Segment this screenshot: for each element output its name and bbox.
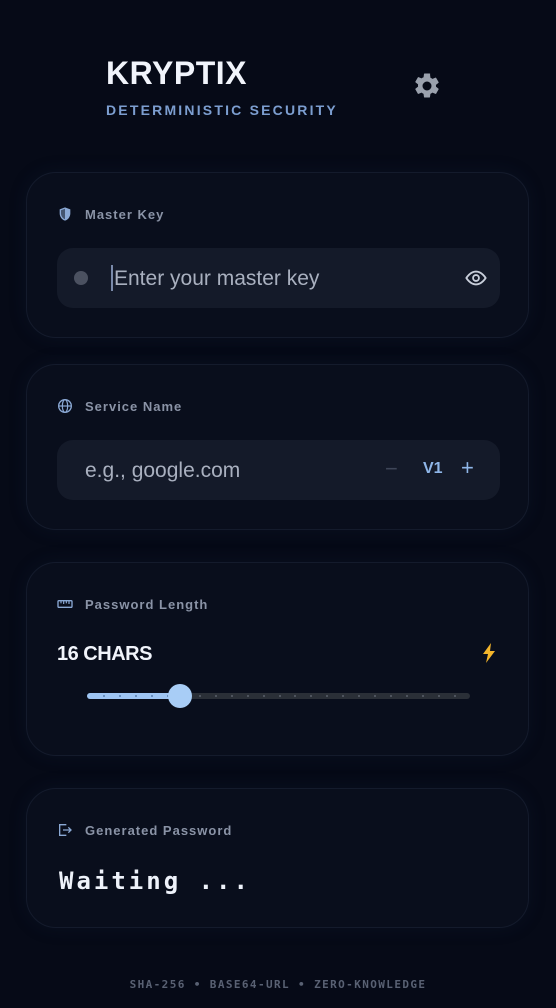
output-card: Generated Password Waiting ... [26, 788, 529, 928]
app-subtitle: DETERMINISTIC SECURITY [106, 102, 338, 118]
slider-tick [215, 695, 217, 697]
slider-tick [263, 695, 265, 697]
globe-icon [58, 399, 72, 413]
eye-icon[interactable] [464, 267, 488, 289]
output-label: Generated Password [57, 822, 232, 838]
slider-tick [358, 695, 360, 697]
master-key-field [57, 248, 500, 308]
slider-tick [342, 695, 344, 697]
status-dot [74, 271, 88, 285]
generated-password[interactable]: Waiting ... [59, 867, 251, 895]
ruler-icon [57, 600, 73, 608]
master-key-input[interactable] [112, 263, 446, 295]
slider-tick [279, 695, 281, 697]
slider-tick [422, 695, 424, 697]
length-slider[interactable] [87, 684, 470, 709]
slider-tick [103, 695, 105, 697]
slider-tick [151, 695, 153, 697]
slider-tick [135, 695, 137, 697]
output-icon [59, 824, 72, 836]
slider-tick [310, 695, 312, 697]
slider-tick [438, 695, 440, 697]
length-value: 16 CHARS [57, 643, 152, 665]
slider-thumb[interactable] [168, 684, 192, 708]
length-card: Password Length 16 CHARS [26, 562, 529, 756]
bolt-icon [483, 643, 495, 663]
slider-tick [454, 695, 456, 697]
master-key-label-text: Master Key [85, 206, 165, 222]
service-card: Service Name − V1 + [26, 364, 529, 530]
service-label: Service Name [57, 398, 182, 414]
slider-tick [199, 695, 201, 697]
slider-tick [294, 695, 296, 697]
service-field: − V1 + [57, 440, 500, 500]
slider-tick [374, 695, 376, 697]
slider-tick [119, 695, 121, 697]
slider-tick [390, 695, 392, 697]
service-input[interactable] [83, 455, 377, 487]
app-title: KRYPTIX [106, 55, 247, 91]
version-increment-button[interactable]: + [461, 455, 474, 481]
shield-icon [59, 207, 71, 221]
slider-tick [247, 695, 249, 697]
app-header: KRYPTIX DETERMINISTIC SECURITY [0, 0, 556, 150]
length-label-text: Password Length [85, 596, 209, 612]
master-key-label: Master Key [57, 206, 164, 222]
length-label: Password Length [57, 596, 208, 612]
slider-tick [231, 695, 233, 697]
master-key-card: Master Key [26, 172, 529, 338]
version-badge: V1 [423, 460, 443, 477]
footer-tagline: SHA-256 • BASE64-URL • ZERO-KNOWLEDGE [129, 978, 427, 991]
version-decrement-button[interactable]: − [385, 456, 398, 482]
slider-tick [406, 695, 408, 697]
slider-tick [326, 695, 328, 697]
output-label-text: Generated Password [85, 822, 233, 838]
gear-icon[interactable] [412, 71, 442, 101]
service-label-text: Service Name [85, 398, 183, 414]
